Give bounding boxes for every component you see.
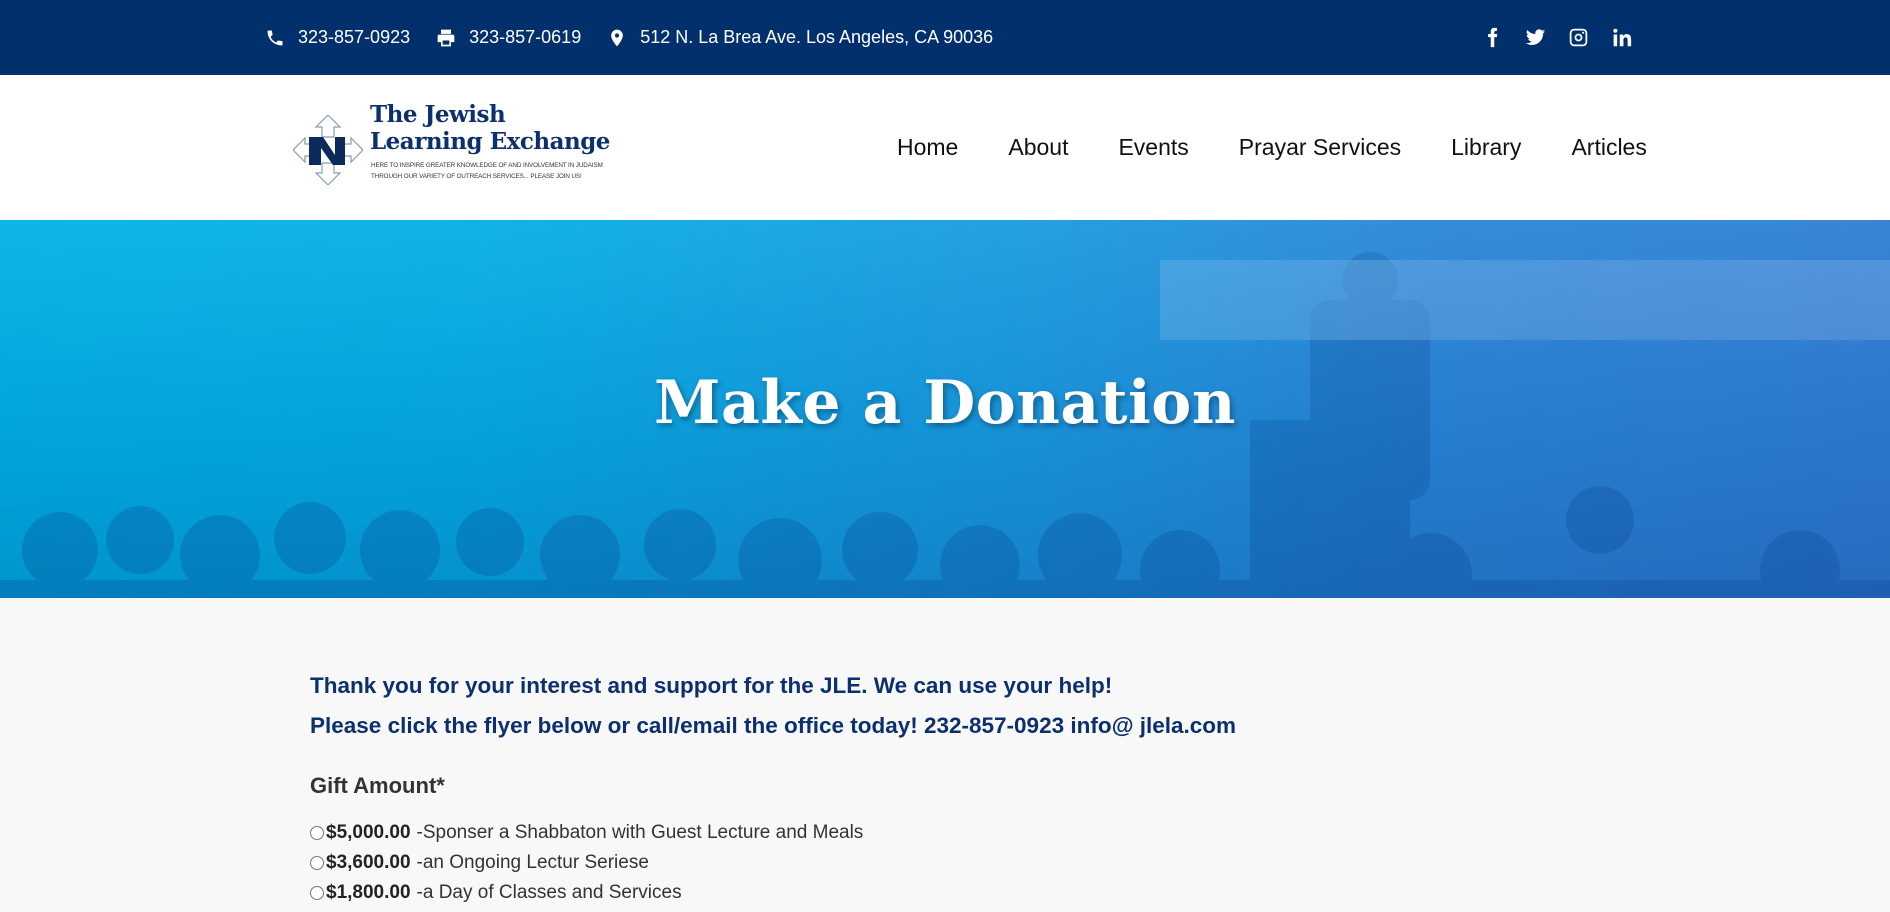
facebook-icon	[1488, 27, 1498, 48]
main-nav: Home About Events Prayar Services Librar…	[897, 75, 1647, 220]
logo-title-line2: Learning Exchange	[370, 128, 610, 155]
top-contact-bar: 323-857-0923 323-857-0619 512 N. La Brea…	[0, 0, 1890, 75]
nav-about[interactable]: About	[1008, 134, 1068, 161]
gift-option[interactable]: $1,800.00 -a Day of Classes and Services	[310, 878, 863, 908]
phone-contact[interactable]: 323-857-0923	[265, 27, 410, 48]
nav-prayar-services[interactable]: Prayar Services	[1239, 134, 1401, 161]
instagram-icon	[1569, 28, 1588, 47]
thank-you-message: Thank you for your interest and support …	[310, 673, 1113, 698]
fax-number[interactable]: 323-857-0619	[469, 27, 581, 48]
gift-amount-options: $5,000.00 -Sponser a Shabbaton with Gues…	[310, 818, 863, 908]
nav-articles[interactable]: Articles	[1571, 134, 1646, 161]
gift-option-amount: $5,000.00	[326, 822, 411, 843]
gift-option-amount: $3,600.00	[326, 852, 411, 873]
twitter-link[interactable]	[1525, 27, 1546, 48]
gift-option-radio[interactable]	[310, 856, 324, 870]
address-contact[interactable]: 512 N. La Brea Ave. Los Angeles, CA 9003…	[607, 27, 993, 48]
map-pin-icon	[611, 29, 624, 46]
nav-home[interactable]: Home	[897, 134, 958, 161]
site-header: The Jewish Learning Exchange HERE TO INS…	[0, 75, 1890, 220]
gift-option-description: -an Ongoing Lectur Seriese	[416, 852, 649, 873]
jle-logo-mark-icon	[293, 115, 363, 185]
contact-info: 323-857-0923 323-857-0619 512 N. La Brea…	[265, 0, 993, 75]
gift-option[interactable]: $5,000.00 -Sponser a Shabbaton with Gues…	[310, 818, 863, 848]
social-links	[1482, 0, 1632, 75]
gift-amount-label: Gift Amount*	[310, 773, 445, 798]
page-title: Make a Donation	[654, 368, 1236, 438]
linkedin-icon	[1613, 28, 1632, 47]
instagram-link[interactable]	[1568, 27, 1589, 48]
nav-library[interactable]: Library	[1451, 134, 1521, 161]
facebook-link[interactable]	[1482, 27, 1503, 48]
gift-option-amount: $1,800.00	[326, 882, 411, 903]
contact-call-to-action: Please click the flyer below or call/ema…	[310, 713, 1237, 738]
gift-option-radio[interactable]	[310, 826, 324, 840]
phone-icon	[267, 30, 283, 45]
printer-icon	[437, 29, 455, 46]
nav-events[interactable]: Events	[1118, 134, 1188, 161]
gift-option-radio[interactable]	[310, 886, 324, 900]
address-text[interactable]: 512 N. La Brea Ave. Los Angeles, CA 9003…	[640, 27, 993, 48]
gift-option-description: -Sponser a Shabbaton with Guest Lecture …	[416, 822, 864, 843]
gift-option-description: -a Day of Classes and Services	[416, 882, 682, 903]
logo-tagline-line2: THROUGH OUR VARIETY OF OUTREACH SERVICES…	[371, 173, 582, 180]
hero-banner: Make a Donation	[0, 220, 1890, 598]
linkedin-link[interactable]	[1611, 27, 1632, 48]
logo-title-line1: The Jewish	[370, 101, 506, 128]
twitter-icon	[1525, 29, 1546, 45]
gift-option[interactable]: $3,600.00 -an Ongoing Lectur Seriese	[310, 848, 863, 878]
logo-tagline-line1: HERE TO INSPIRE GREATER KNOWLEDGE OF AND…	[371, 162, 603, 169]
fax-contact[interactable]: 323-857-0619	[436, 27, 581, 48]
phone-number[interactable]: 323-857-0923	[298, 27, 410, 48]
